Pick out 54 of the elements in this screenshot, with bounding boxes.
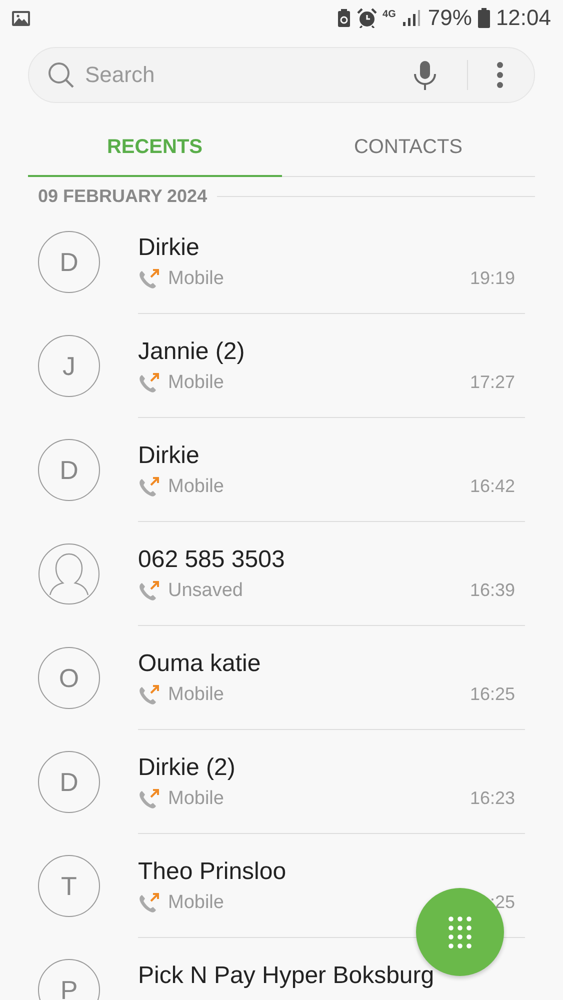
contact-name: Dirkie (2) <box>138 754 236 782</box>
contact-initial-avatar: O <box>38 647 100 709</box>
contact-name: Ouma katie <box>138 650 262 678</box>
outgoing-call-icon <box>138 476 160 496</box>
outgoing-call-icon <box>138 580 160 600</box>
dialpad-icon <box>447 915 473 949</box>
signal-icon <box>402 9 422 27</box>
contact-initial-avatar: J <box>38 335 100 397</box>
outgoing-call-icon <box>138 372 160 392</box>
outgoing-call-icon <box>138 892 160 912</box>
microphone-icon[interactable] <box>413 60 437 90</box>
call-time: 19:19 <box>470 268 515 289</box>
call-type: Mobile <box>168 684 225 706</box>
contact-name: Dirkie <box>138 442 200 470</box>
search-field[interactable]: Search <box>83 61 405 89</box>
call-time: 16:42 <box>470 476 515 497</box>
contact-name: 062 585 3503 <box>138 546 286 574</box>
tab[interactable]: RECENTS <box>28 119 282 177</box>
call-time: 16:39 <box>470 580 515 601</box>
call-type: Mobile <box>168 372 225 394</box>
contact-name: Theo Prinsloo <box>138 858 288 886</box>
contact-name: Jannie (2) <box>138 338 246 366</box>
outgoing-call-icon <box>138 684 160 704</box>
battery-icon <box>478 8 490 28</box>
call-time: 16:25 <box>470 684 515 705</box>
call-type: Mobile <box>168 268 225 290</box>
call-type: Mobile <box>168 788 225 810</box>
call-time: 17:27 <box>470 372 515 393</box>
clock: 12:04 <box>496 5 551 31</box>
search-bar[interactable]: Search <box>28 47 535 103</box>
contact-initial-avatar: T <box>38 855 100 917</box>
gallery-icon <box>11 10 31 26</box>
search-icon <box>47 61 75 89</box>
more-options-icon[interactable] <box>496 62 504 88</box>
contact-name: Pick N Pay Hyper Boksburg <box>138 962 436 990</box>
call-type: Unsaved <box>168 580 244 602</box>
date-header: 09 FEBRUARY 2024 <box>38 186 208 206</box>
call-type: Mobile <box>168 892 225 914</box>
tab[interactable]: CONTACTS <box>282 119 535 177</box>
alarm-icon <box>356 8 377 28</box>
outgoing-call-icon <box>138 788 160 808</box>
outgoing-call-icon <box>138 268 160 288</box>
call-time: 16:23 <box>470 788 515 809</box>
call-time: :25 <box>490 892 515 913</box>
contact-initial-avatar: D <box>38 751 100 813</box>
contact-initial-avatar: D <box>38 439 100 501</box>
contact-initial-avatar: P <box>38 959 100 1000</box>
contact-silhouette-icon <box>38 543 100 605</box>
call-type: Mobile <box>168 476 225 498</box>
contact-name: Dirkie <box>138 234 200 262</box>
battery-percent: 79% <box>428 5 472 31</box>
contact-initial-avatar: D <box>38 231 100 293</box>
battery-saver-icon <box>336 8 351 28</box>
network-type: 4G <box>382 10 396 20</box>
